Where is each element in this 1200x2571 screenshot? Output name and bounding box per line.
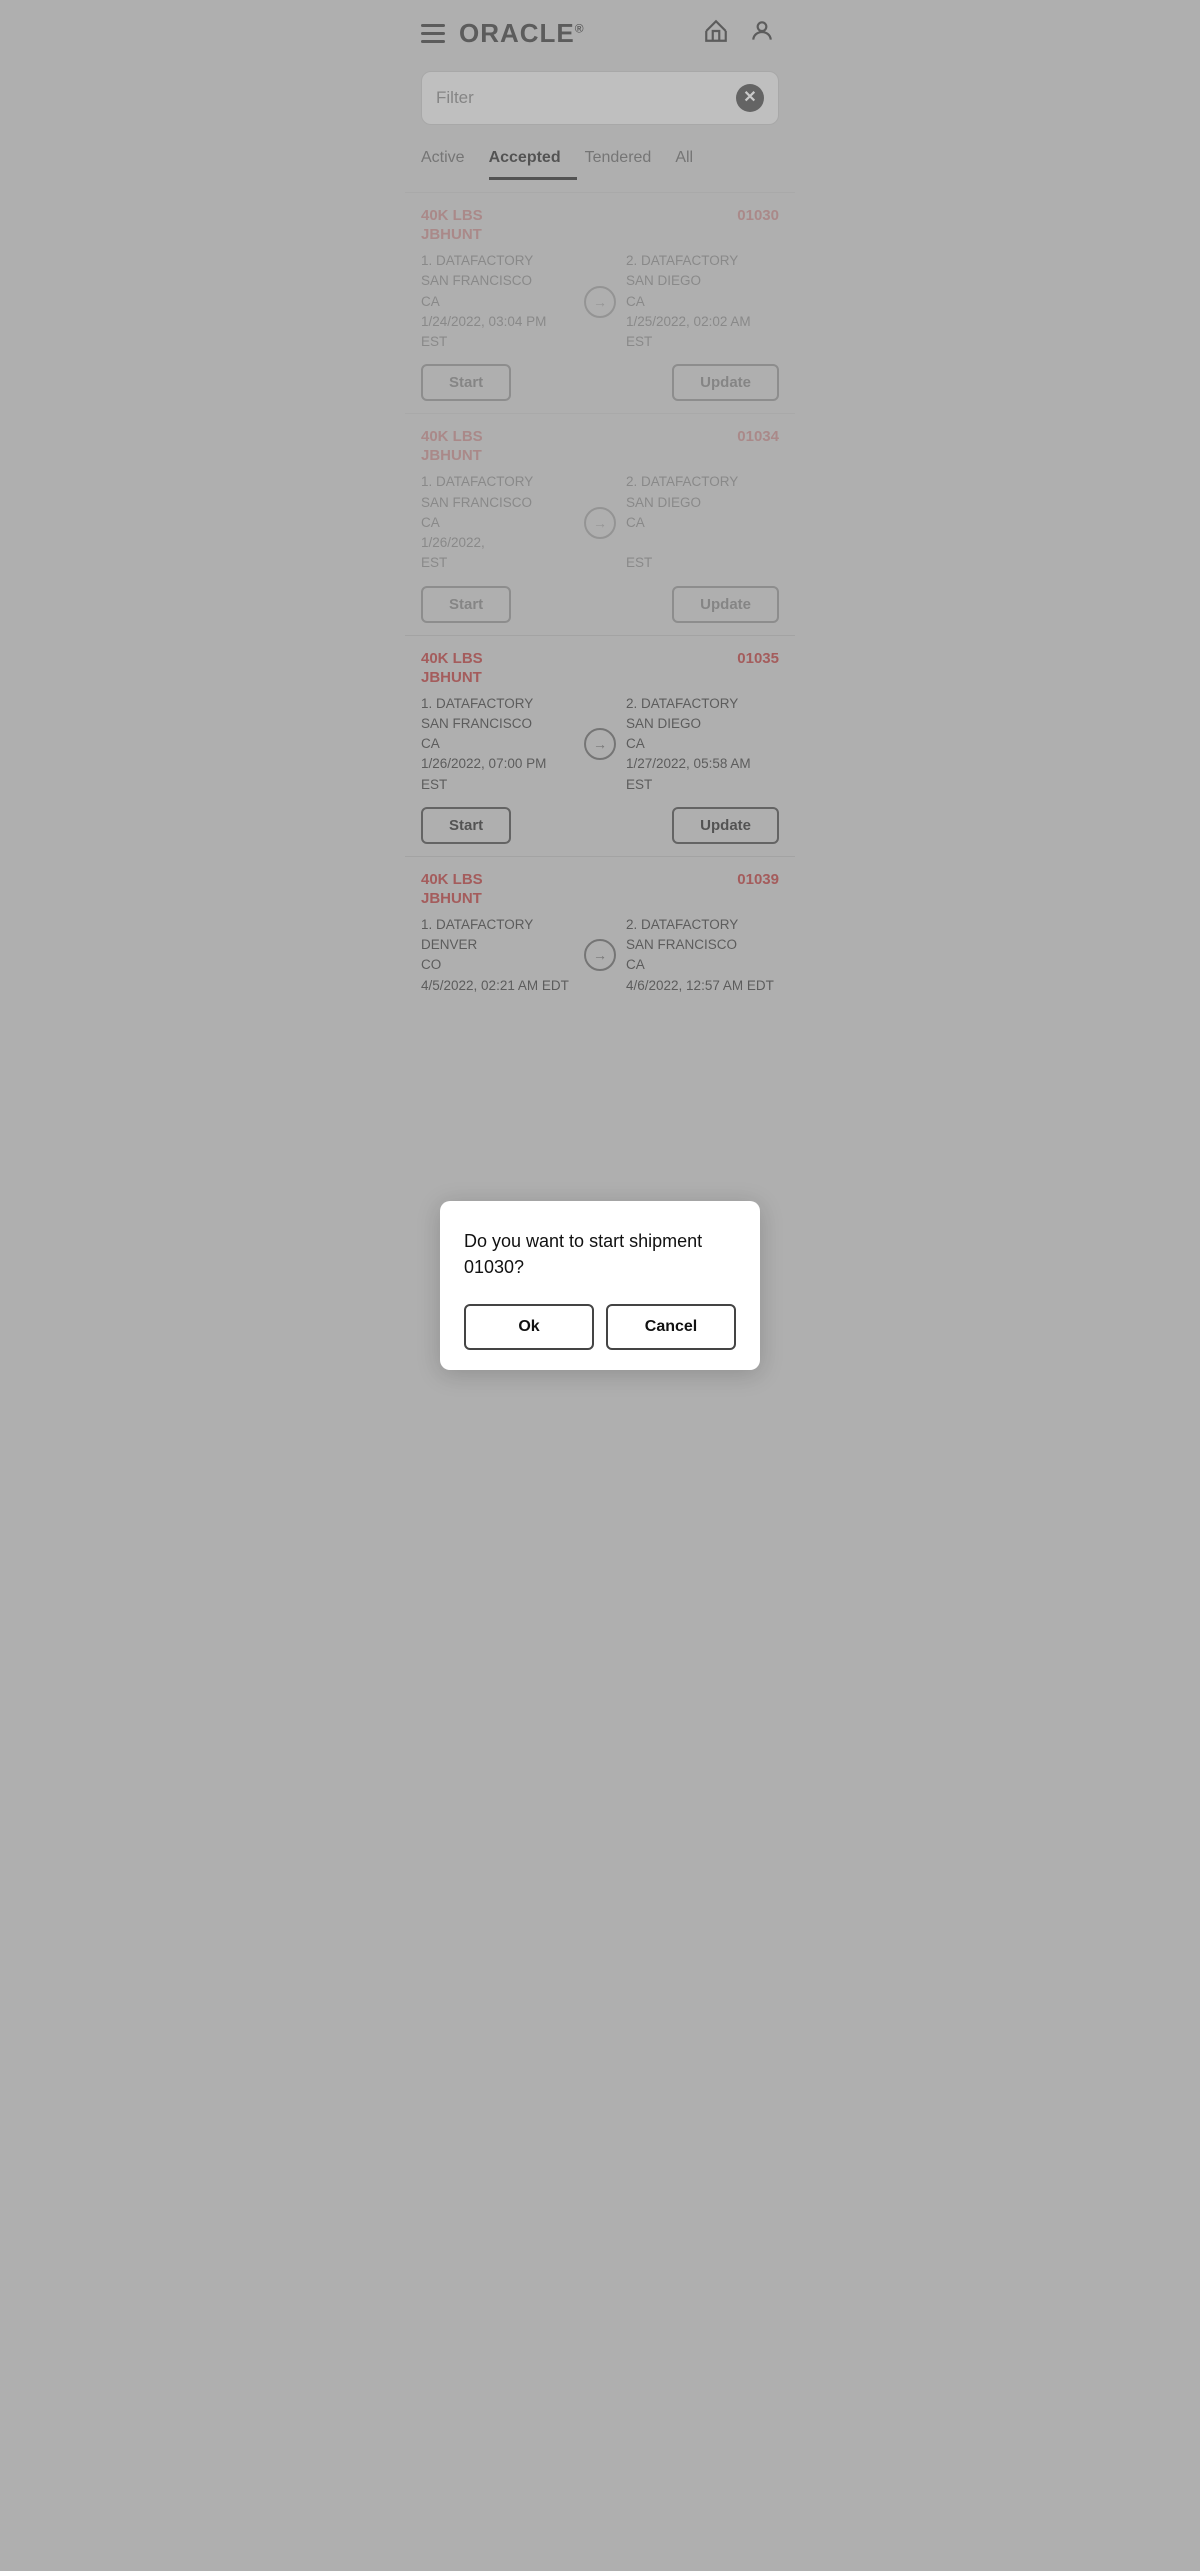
modal-overlay: Do you want to start shipment 01030? Ok … [0,0,1200,2571]
modal-message: Do you want to start shipment 01030? [464,1229,736,1279]
modal-cancel-button[interactable]: Cancel [606,1304,736,1350]
confirm-modal: Do you want to start shipment 01030? Ok … [440,1201,760,1369]
modal-actions: Ok Cancel [464,1304,736,1350]
modal-ok-button[interactable]: Ok [464,1304,594,1350]
